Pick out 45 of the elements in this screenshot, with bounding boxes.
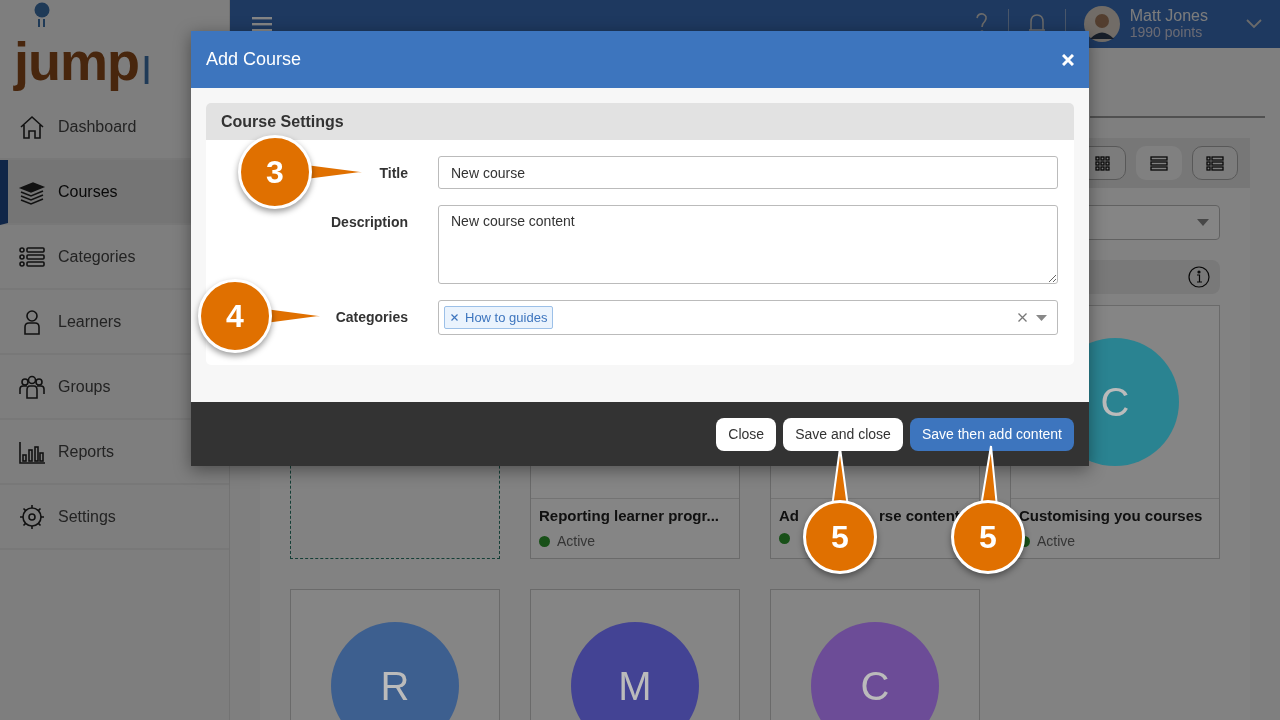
categories-field[interactable]: How to guides bbox=[438, 300, 1058, 335]
field-label: Title bbox=[379, 164, 408, 183]
course-initial: R bbox=[331, 622, 459, 720]
clear-icon[interactable] bbox=[1018, 313, 1027, 322]
course-title: Ad bbox=[779, 507, 799, 524]
course-title: Reporting learner progr... bbox=[539, 507, 720, 524]
course-initial: M bbox=[571, 622, 699, 720]
view-toggle-button[interactable] bbox=[1192, 146, 1238, 180]
remove-icon[interactable] bbox=[451, 314, 458, 321]
primary-button[interactable]: Save then add content bbox=[909, 417, 1074, 451]
list-icon bbox=[1205, 155, 1225, 171]
section-title: Course Settings bbox=[221, 112, 344, 131]
caret-icon bbox=[1197, 219, 1209, 226]
field-label: Categories bbox=[335, 308, 408, 327]
close-icon[interactable] bbox=[1062, 53, 1074, 66]
chevron-down-icon[interactable] bbox=[1246, 19, 1262, 29]
sidebar-item[interactable]: Settings bbox=[0, 485, 229, 550]
view-toggle-button[interactable] bbox=[1136, 146, 1182, 180]
course-card[interactable]: R bbox=[290, 589, 500, 720]
user-points: 1990 points bbox=[1129, 24, 1204, 41]
title-field[interactable]: New course bbox=[438, 156, 1058, 189]
info-icon[interactable] bbox=[1188, 266, 1210, 288]
logo-text: jump bbox=[14, 32, 139, 90]
avatar-icon bbox=[1083, 6, 1120, 42]
dialog-button[interactable]: Close bbox=[716, 417, 777, 451]
dialog-title: Add Course bbox=[206, 49, 302, 70]
status-dot-icon bbox=[539, 535, 550, 547]
course-card[interactable]: C bbox=[770, 589, 980, 720]
tag-label: How to guides bbox=[465, 310, 548, 325]
grid-icon bbox=[1093, 155, 1113, 171]
field-label: Description bbox=[331, 213, 408, 232]
course-status: Active bbox=[557, 533, 596, 549]
menu-icon[interactable] bbox=[252, 16, 272, 32]
logo-dot-icon bbox=[32, 2, 52, 28]
dialog-button[interactable]: Save and close bbox=[783, 417, 903, 451]
description-field[interactable]: New course content bbox=[438, 205, 1058, 284]
user-name: Matt Jones bbox=[1129, 7, 1208, 24]
logo-text: I bbox=[141, 50, 153, 90]
course-initial: C bbox=[811, 622, 939, 720]
course-card[interactable]: M bbox=[530, 589, 740, 720]
settings-icon bbox=[18, 502, 46, 531]
caret-icon[interactable] bbox=[1036, 314, 1047, 321]
rows-icon bbox=[1149, 155, 1169, 171]
status-dot-icon bbox=[779, 533, 790, 544]
course-status: Active bbox=[1037, 533, 1076, 549]
